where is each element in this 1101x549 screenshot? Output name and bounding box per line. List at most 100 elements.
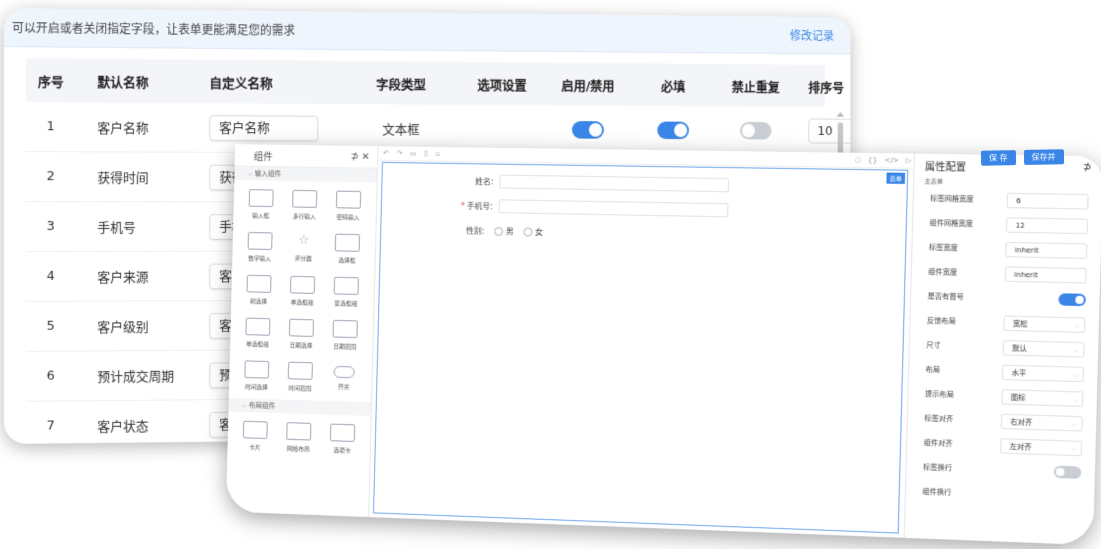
component-password[interactable]: 密码输入 bbox=[326, 184, 371, 228]
component-radio-group-2[interactable]: 单选框组 bbox=[236, 311, 280, 355]
component-date[interactable]: 日期选择 bbox=[279, 312, 324, 356]
prop-comp-grid: 组件网格宽度 12 bbox=[913, 211, 1101, 239]
required-toggle[interactable] bbox=[657, 121, 690, 139]
input-components-grid: 输入框 多行输入 密码输入 数字输入 ☆ 评分器 选择框 树选择 单选框组 复选框… bbox=[229, 180, 377, 402]
palette-group-input[interactable]: ⌵ 输入组件 bbox=[234, 166, 378, 183]
save-button[interactable]: 保 存 bbox=[980, 150, 1016, 166]
component-time-range[interactable]: 时间范围 bbox=[278, 355, 323, 399]
enabled-toggle[interactable] bbox=[571, 120, 604, 139]
radio-male[interactable] bbox=[493, 226, 503, 237]
row-default-name: 预计成交周期 bbox=[97, 369, 175, 386]
grid-icon bbox=[286, 421, 312, 441]
palette-header: 组件 ⊅ ✕ bbox=[234, 144, 378, 169]
label-grid-input[interactable]: 6 bbox=[1006, 192, 1089, 209]
layout-components-grid: 卡片 网格布局 选项卡 bbox=[227, 411, 370, 463]
label-width-input[interactable]: inherit bbox=[1005, 241, 1088, 259]
feedback-layout-select[interactable]: 宽松 bbox=[1003, 315, 1086, 333]
password-icon bbox=[335, 190, 362, 209]
component-time[interactable]: 时间选择 bbox=[234, 353, 278, 397]
form-designer-panel: 组件 ⊅ ✕ ⌵ 输入组件 输入框 多行输入 密码输入 数字输入 ☆ 评分器 选择… bbox=[225, 144, 1101, 546]
row-default-name: 客户级别 bbox=[97, 320, 149, 336]
prop-comp-wrap: 组件换行 bbox=[922, 487, 952, 497]
col-header-field-type: 字段类型 bbox=[376, 77, 426, 93]
clock-icon bbox=[244, 359, 270, 379]
input-icon bbox=[248, 188, 274, 207]
code-icon[interactable]: </> bbox=[884, 156, 899, 164]
phone-input[interactable] bbox=[498, 199, 729, 218]
component-tabs[interactable]: 选项卡 bbox=[320, 416, 365, 461]
edit-log-link[interactable]: 修改记录 bbox=[790, 27, 834, 44]
row-default-name: 获得时间 bbox=[97, 171, 149, 187]
label-align-select[interactable]: 右对齐 bbox=[1000, 413, 1083, 432]
tablet-view-icon[interactable]: ▯ bbox=[424, 150, 428, 158]
row-no: 5 bbox=[46, 318, 55, 334]
component-tree-select[interactable]: 树选择 bbox=[237, 268, 281, 312]
pin-close-icon[interactable]: ⊅ ✕ bbox=[350, 151, 369, 162]
hint-layout-select[interactable]: 图标 bbox=[1001, 388, 1084, 407]
col-header-options: 选项设置 bbox=[477, 78, 527, 94]
col-header-enabled: 启用/禁用 bbox=[561, 78, 615, 94]
preview-icon[interactable]: ▷ bbox=[906, 157, 912, 165]
comp-width-input[interactable]: inherit bbox=[1004, 265, 1087, 284]
radio-list-icon bbox=[245, 317, 271, 336]
custom-name-input[interactable]: 客户名称 bbox=[209, 114, 319, 141]
name-input[interactable] bbox=[499, 174, 729, 193]
row-no: 1 bbox=[46, 119, 55, 135]
calendar-range-icon bbox=[332, 319, 358, 338]
component-palette: 组件 ⊅ ✕ ⌵ 输入组件 输入框 多行输入 密码输入 数字输入 ☆ 评分器 选择… bbox=[225, 144, 379, 518]
comp-grid-input[interactable]: 12 bbox=[1005, 216, 1089, 234]
form-field-phone[interactable]: * 手机号: bbox=[461, 199, 729, 218]
row-default-name: 客户来源 bbox=[97, 270, 149, 286]
layout-select[interactable]: 水平 bbox=[1002, 364, 1085, 382]
radio-female[interactable] bbox=[523, 227, 533, 237]
row-default-name: 客户名称 bbox=[97, 121, 149, 137]
component-input[interactable]: 输入框 bbox=[239, 182, 284, 226]
checkbox-icon bbox=[333, 276, 359, 295]
component-grid[interactable]: 网格布局 bbox=[276, 415, 321, 459]
clock-range-icon bbox=[287, 361, 313, 380]
component-select[interactable]: 选择框 bbox=[325, 227, 370, 271]
component-rate[interactable]: ☆ 评分器 bbox=[281, 226, 326, 270]
has-colon-toggle[interactable] bbox=[1058, 293, 1087, 307]
mobile-view-icon[interactable]: ▫ bbox=[435, 150, 440, 158]
unique-toggle[interactable] bbox=[740, 121, 772, 139]
form-field-gender[interactable]: 性别: 男 女 bbox=[466, 225, 543, 237]
property-panel: 属性配置 ⊅ 主表单 标签网格宽度 6 组件网格宽度 12 标签宽度 inherit … bbox=[903, 153, 1101, 546]
col-header-unique: 禁止重复 bbox=[731, 80, 780, 95]
col-header-default-name: 默认名称 bbox=[97, 75, 149, 91]
component-checkbox-group[interactable]: 复选框组 bbox=[324, 270, 369, 314]
switch-icon bbox=[333, 365, 355, 378]
clear-icon[interactable]: ○ bbox=[855, 156, 861, 164]
pin-icon[interactable]: ⊅ bbox=[1083, 162, 1092, 173]
component-textarea[interactable]: 多行输入 bbox=[282, 183, 327, 227]
row-no: 3 bbox=[46, 219, 55, 234]
row-no: 4 bbox=[46, 268, 55, 284]
tree-icon bbox=[246, 274, 272, 293]
undo-icon[interactable]: ↶ bbox=[383, 149, 389, 157]
textarea-icon bbox=[292, 189, 318, 208]
component-radio-group[interactable]: 单选框组 bbox=[280, 269, 325, 313]
save-as-button[interactable]: 保存并 bbox=[1023, 149, 1064, 165]
scroll-up-icon[interactable] bbox=[836, 111, 845, 117]
tabs-icon bbox=[329, 423, 356, 442]
component-card[interactable]: 卡片 bbox=[233, 414, 277, 458]
star-icon: ☆ bbox=[297, 232, 310, 248]
row-no: 6 bbox=[46, 368, 55, 384]
row-field-type: 文本框 bbox=[382, 122, 420, 138]
col-header-sort: 排序号 bbox=[808, 80, 845, 96]
component-number[interactable]: 数字输入 bbox=[238, 225, 282, 269]
component-date-range[interactable]: 日期范围 bbox=[323, 313, 368, 357]
label-wrap-toggle[interactable] bbox=[1053, 465, 1082, 479]
col-header-required: 必填 bbox=[661, 79, 686, 95]
size-select[interactable]: 默认 bbox=[1002, 339, 1085, 358]
table-header: 序号 默认名称 自定义名称 字段类型 选项设置 启用/禁用 必填 禁止重复 排序… bbox=[25, 58, 844, 108]
form-canvas[interactable]: 表单 姓名: * 手机号: 性别: 男 女 bbox=[373, 161, 909, 534]
component-switch[interactable]: 开关 bbox=[321, 356, 366, 400]
redo-icon[interactable]: ↷ bbox=[396, 149, 402, 157]
json-icon[interactable]: {} bbox=[868, 156, 877, 164]
form-field-name[interactable]: 姓名: bbox=[475, 174, 729, 193]
pc-view-icon[interactable]: ▭ bbox=[410, 150, 417, 158]
row-default-name: 手机号 bbox=[97, 221, 136, 236]
props-title: 属性配置 bbox=[924, 161, 967, 174]
comp-align-select[interactable]: 左对齐 bbox=[1000, 437, 1083, 456]
